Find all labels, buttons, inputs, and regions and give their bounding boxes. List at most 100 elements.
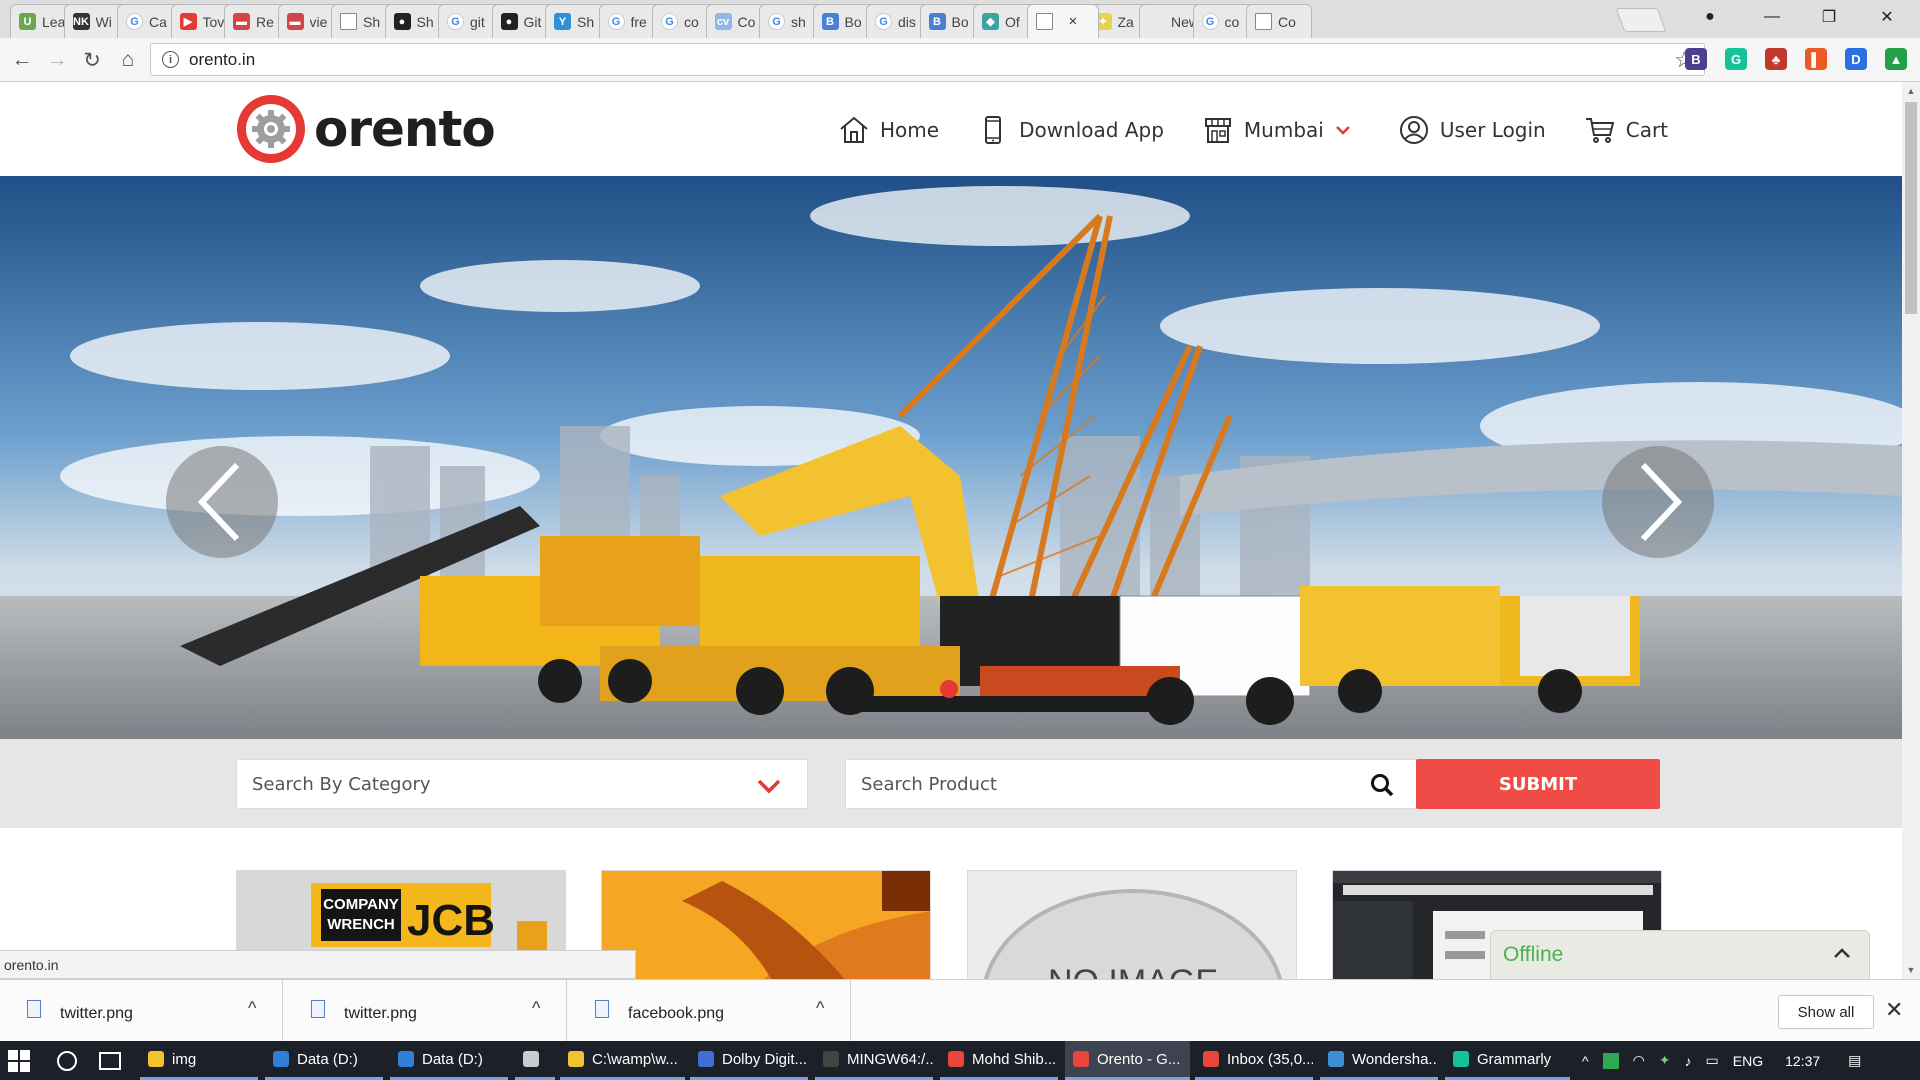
product-search-input[interactable]	[846, 760, 1346, 808]
cortana-search-icon[interactable]	[57, 1051, 77, 1071]
taskbar-app[interactable]: Data (D:)	[390, 1041, 508, 1080]
chevron-up-icon[interactable]: ^	[532, 998, 540, 1019]
taskbar-app[interactable]: Orento - G...	[1065, 1041, 1190, 1080]
tray-chevron-up-icon[interactable]: ^	[1582, 1053, 1589, 1069]
slider-next-button[interactable]	[1602, 446, 1714, 558]
card-jcb-text: JCB	[407, 896, 495, 945]
forward-button[interactable]: →	[43, 46, 71, 74]
extension-icon[interactable]: ▌	[1805, 48, 1827, 70]
tab-favicon-icon: G	[126, 13, 143, 30]
notifications-icon[interactable]: ▤	[1848, 1052, 1861, 1069]
extension-icon[interactable]: ♣	[1765, 48, 1787, 70]
taskbar-app[interactable]: Dolby Digit...	[690, 1041, 808, 1080]
site-logo[interactable]: orento	[236, 94, 496, 164]
tab-favicon-icon: ●	[393, 13, 411, 30]
taskbar-app[interactable]: Mohd Shib...	[940, 1041, 1058, 1080]
nav-home[interactable]: Home	[838, 114, 939, 146]
scroll-up-arrow[interactable]: ▲	[1902, 82, 1920, 100]
nav-cart-label: Cart	[1625, 118, 1669, 142]
browser-tab-active[interactable]: ×	[1026, 4, 1099, 38]
taskbar-app[interactable]: Wondersha...	[1320, 1041, 1438, 1080]
scroll-thumb[interactable]	[1905, 102, 1917, 314]
close-downloads-icon[interactable]: ✕	[1885, 997, 1903, 1023]
chat-widget[interactable]: Offline	[1490, 930, 1870, 979]
download-item[interactable]: twitter.png ^	[284, 980, 567, 1042]
tray-puzzle-icon[interactable]: ✦	[1659, 1052, 1671, 1069]
submit-button[interactable]: SUBMIT	[1416, 759, 1660, 809]
browser-tab[interactable]: Co	[1246, 4, 1312, 38]
taskbar-app-icon	[1328, 1051, 1344, 1067]
taskbar-app[interactable]: MINGW64:/...	[815, 1041, 933, 1080]
taskbar-app-icon	[948, 1051, 964, 1067]
extension-icon[interactable]: D	[1845, 48, 1867, 70]
phone-icon	[985, 116, 1002, 144]
taskbar-app[interactable]: Inbox (35,0...	[1195, 1041, 1313, 1080]
task-view-icon[interactable]	[99, 1052, 121, 1070]
address-url[interactable]: orento.in	[189, 50, 255, 70]
taskbar-app[interactable]: Grammarly	[1445, 1041, 1570, 1080]
store-icon	[1204, 118, 1231, 143]
close-tab-icon[interactable]: ×	[1069, 13, 1078, 30]
chevron-up-icon[interactable]: ^	[248, 998, 256, 1019]
chevron-down-icon	[1335, 126, 1350, 135]
site-header: orento Home Download App Mumbai User Log…	[0, 82, 1902, 176]
windows-start-icon[interactable]	[8, 1050, 30, 1072]
download-item[interactable]: twitter.png ^	[0, 980, 283, 1042]
show-all-downloads-button[interactable]: Show all	[1778, 995, 1874, 1029]
product-search-field[interactable]	[845, 759, 1417, 809]
city-selector[interactable]: Mumbai	[1202, 114, 1360, 146]
chevron-up-icon[interactable]	[1833, 947, 1851, 959]
taskbar-app-label: Inbox (35,0...	[1227, 1050, 1313, 1068]
product-card[interactable]	[601, 870, 931, 979]
new-tab-button[interactable]	[1615, 8, 1667, 32]
chevron-up-icon[interactable]: ^	[816, 998, 824, 1019]
maximize-button[interactable]: ❐	[1807, 0, 1851, 34]
reload-button[interactable]: ↻	[78, 46, 106, 74]
back-button[interactable]: ←	[8, 46, 36, 74]
taskbar-app-label: Dolby Digit...	[722, 1050, 808, 1068]
tab-favicon-icon: G	[875, 13, 892, 30]
close-window-button[interactable]: ✕	[1865, 0, 1909, 34]
tab-favicon-icon: G	[661, 13, 678, 30]
home-button[interactable]: ⌂	[114, 46, 142, 74]
extension-icon[interactable]: G	[1725, 48, 1747, 70]
taskbar-app-icon	[698, 1051, 714, 1067]
battery-icon[interactable]: ▭	[1706, 1052, 1719, 1069]
extension-icon[interactable]: B	[1685, 48, 1707, 70]
taskbar-app-label: C:\wamp\w...	[592, 1050, 678, 1068]
tab-favicon-icon: G	[768, 13, 785, 30]
taskbar-app-icon	[398, 1051, 414, 1067]
card-image-no-image: NO IMAGE	[968, 871, 1296, 979]
taskbar-app[interactable]	[515, 1041, 555, 1080]
taskbar-app-icon	[273, 1051, 289, 1067]
address-bar[interactable]: i orento.in ☆	[150, 43, 1705, 76]
nav-cart[interactable]: Cart	[1584, 114, 1668, 146]
page-scrollbar[interactable]: ▲ ▼	[1902, 82, 1920, 979]
slider-prev-button[interactable]	[166, 446, 278, 558]
nav-download-app[interactable]: Download App	[977, 114, 1164, 146]
scroll-down-arrow[interactable]: ▼	[1902, 961, 1920, 979]
taskbar-app[interactable]: C:\wamp\w...	[560, 1041, 685, 1080]
taskbar-app[interactable]: img	[140, 1041, 258, 1080]
downloads-shelf: twitter.png ^ twitter.png ^ facebook.png…	[0, 979, 1920, 1042]
search-icon[interactable]	[1370, 773, 1394, 797]
wifi-icon[interactable]: ◠	[1633, 1052, 1645, 1069]
product-card[interactable]: NO IMAGE	[967, 870, 1297, 979]
minimize-button[interactable]: —	[1750, 0, 1794, 34]
download-item[interactable]: facebook.png ^	[568, 980, 851, 1042]
tray-app-icon[interactable]	[1602, 1052, 1619, 1069]
taskbar-app-label: Orento - G...	[1097, 1050, 1181, 1068]
site-info-icon[interactable]: i	[162, 51, 179, 68]
image-file-icon	[595, 1000, 609, 1018]
volume-icon[interactable]: ♪	[1685, 1053, 1692, 1069]
extension-icon[interactable]: ▲	[1885, 48, 1907, 70]
taskbar-app[interactable]: Data (D:)	[265, 1041, 383, 1080]
language-indicator[interactable]: ENG	[1733, 1053, 1763, 1069]
nav-login-label: User Login	[1439, 118, 1546, 142]
nav-user-login[interactable]: User Login	[1398, 114, 1546, 146]
category-select[interactable]: Search By Category	[236, 759, 808, 809]
profile-icon[interactable]: ●	[1688, 0, 1732, 34]
image-file-icon	[27, 1000, 41, 1018]
slider-indicator-dot[interactable]	[940, 680, 958, 698]
clock[interactable]: 12:37	[1785, 1053, 1820, 1069]
